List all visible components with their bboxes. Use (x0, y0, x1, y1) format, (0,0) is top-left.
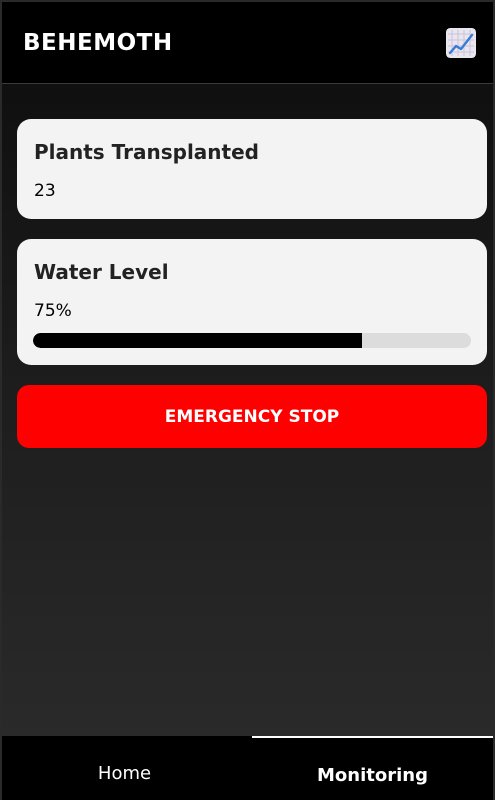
emergency-stop-button[interactable]: EMERGENCY STOP (17, 385, 487, 448)
plants-transplanted-card: Plants Transplanted 23 (17, 119, 487, 219)
water-level-card: Water Level 75% (17, 239, 487, 365)
app-screen: BEHEMOTH Plants Transplanted 23 Water Le… (0, 0, 495, 800)
water-level-title: Water Level (34, 260, 169, 284)
water-level-value: 75% (34, 301, 72, 321)
tab-home[interactable]: Home (2, 736, 247, 800)
app-header: BEHEMOTH (2, 2, 493, 84)
plants-transplanted-count: 23 (34, 181, 56, 201)
bottom-navigation: Home Monitoring (2, 736, 493, 800)
app-title: BEHEMOTH (23, 30, 173, 56)
chart-increasing-icon[interactable] (446, 28, 476, 58)
water-level-progress-bar (33, 333, 471, 348)
tab-monitoring[interactable]: Monitoring (252, 736, 493, 800)
water-level-progress-fill (33, 333, 362, 348)
plants-transplanted-title: Plants Transplanted (34, 140, 259, 164)
